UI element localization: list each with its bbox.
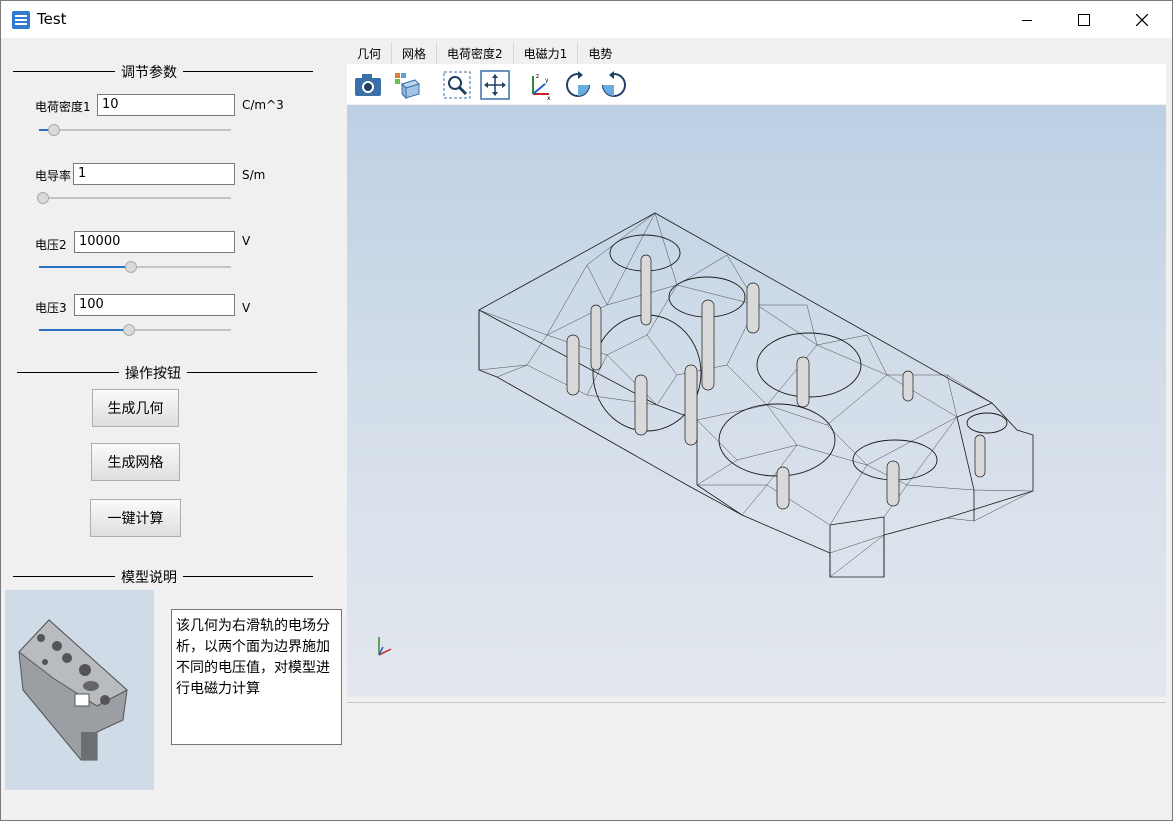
main-window: Test 调节参数 电荷密度1 10 C/m^3 电导率 1 S/m 电压2 1… bbox=[0, 0, 1173, 821]
voltage2-input[interactable]: 10000 bbox=[74, 231, 235, 253]
3d-viewport[interactable] bbox=[347, 105, 1166, 697]
view-cube-icon[interactable] bbox=[393, 70, 423, 100]
ops-section-title: 操作按钮 bbox=[119, 363, 187, 383]
window-title: Test bbox=[37, 10, 67, 28]
tab-mesh[interactable]: 网格 bbox=[392, 42, 438, 64]
conductivity-slider[interactable] bbox=[36, 192, 231, 204]
viewer-toolbar: zy x bbox=[347, 64, 1166, 104]
tab-em-force1[interactable]: 电磁力1 bbox=[514, 42, 579, 64]
voltage2-slider[interactable] bbox=[39, 261, 231, 273]
slider-handle[interactable] bbox=[36, 192, 49, 204]
conductivity-input[interactable]: 1 bbox=[73, 163, 235, 185]
params-section-title: 调节参数 bbox=[115, 62, 183, 82]
minimize-button[interactable] bbox=[998, 1, 1056, 38]
param-unit-conductivity: S/m bbox=[242, 168, 266, 182]
svg-text:x: x bbox=[547, 95, 551, 100]
param-unit-voltage2: V bbox=[242, 234, 251, 248]
voltage3-slider[interactable] bbox=[39, 324, 231, 336]
slider-handle[interactable] bbox=[123, 324, 136, 336]
slider-handle[interactable] bbox=[48, 124, 61, 136]
tab-potential[interactable]: 电势 bbox=[578, 42, 622, 64]
view-tabs: 几何 网格 电荷密度2 电磁力1 电势 bbox=[347, 42, 622, 64]
close-button[interactable] bbox=[1113, 1, 1171, 38]
param-unit-voltage3: V bbox=[242, 301, 251, 315]
viewer-bottom-divider bbox=[347, 702, 1166, 703]
param-label-conductivity: 电导率 bbox=[35, 169, 72, 183]
close-icon bbox=[1136, 13, 1148, 26]
maximize-button[interactable] bbox=[1055, 1, 1113, 38]
fit-all-icon[interactable] bbox=[480, 70, 510, 100]
tab-geometry[interactable]: 几何 bbox=[347, 42, 393, 64]
model-preview-image bbox=[5, 590, 154, 790]
wireframe-model bbox=[378, 212, 1034, 656]
zoom-box-icon[interactable] bbox=[442, 70, 472, 100]
svg-text:z: z bbox=[536, 73, 539, 80]
generate-mesh-button[interactable]: 生成网格 bbox=[91, 443, 180, 481]
charge-density-slider[interactable] bbox=[39, 124, 231, 136]
slider-handle[interactable] bbox=[125, 261, 138, 273]
compute-button[interactable]: 一键计算 bbox=[90, 499, 181, 537]
model-description: 该几何为右滑轨的电场分析，以两个面为边界施加不同的电压值，对模型进行电磁力计算 bbox=[171, 609, 342, 745]
param-label-voltage3: 电压3 bbox=[35, 301, 67, 315]
param-label-voltage2: 电压2 bbox=[35, 238, 67, 252]
param-unit-charge-density: C/m^3 bbox=[242, 98, 284, 112]
voltage3-input[interactable]: 100 bbox=[74, 294, 235, 316]
rotate-ccw-icon[interactable] bbox=[563, 70, 593, 100]
minimize-icon bbox=[1022, 19, 1032, 21]
app-icon bbox=[11, 10, 31, 30]
camera-icon[interactable] bbox=[353, 70, 383, 100]
param-label-charge-density: 电荷密度1 bbox=[35, 100, 91, 114]
rotate-cw-icon[interactable] bbox=[599, 70, 629, 100]
generate-geometry-button[interactable]: 生成几何 bbox=[92, 389, 179, 427]
axes-icon[interactable]: zy x bbox=[525, 70, 555, 100]
title-bar: Test bbox=[1, 1, 1172, 38]
model-section-title: 模型说明 bbox=[115, 567, 183, 587]
charge-density-input[interactable]: 10 bbox=[97, 94, 235, 116]
orientation-axes bbox=[378, 637, 392, 656]
maximize-icon bbox=[1078, 13, 1090, 26]
svg-text:y: y bbox=[545, 77, 549, 84]
tab-charge-density2[interactable]: 电荷密度2 bbox=[437, 42, 514, 64]
